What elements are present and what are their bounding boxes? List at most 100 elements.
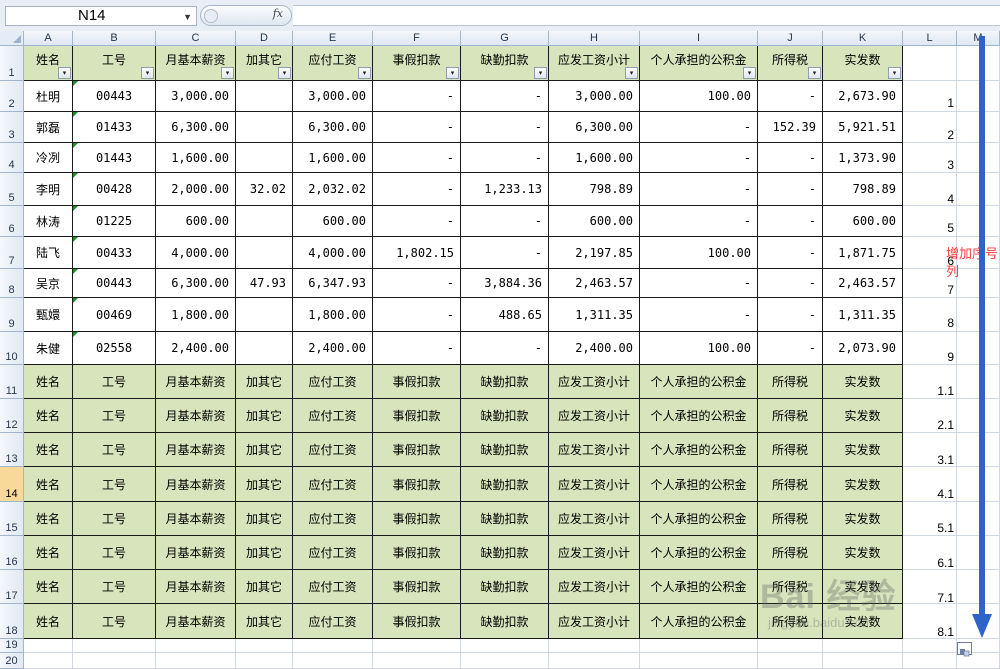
value-cell[interactable] [236,206,293,237]
value-cell[interactable]: 600.00 [156,206,236,237]
row-header-6[interactable]: 6 [0,206,24,237]
filter-dropdown-icon[interactable]: ▾ [625,67,638,79]
repeated-header-cell[interactable]: 姓名 [24,433,73,467]
employee-name-cell[interactable]: 陆飞 [24,237,73,269]
repeated-header-cell[interactable]: 姓名 [24,604,73,639]
repeated-header-cell[interactable]: 工号 [73,433,156,467]
empty-cell[interactable] [903,46,957,81]
value-cell[interactable]: 3,884.36 [461,269,549,298]
repeated-header-cell[interactable]: 月基本薪资 [156,433,236,467]
repeated-header-cell[interactable]: 所得税 [758,502,823,536]
employee-name-cell[interactable]: 林涛 [24,206,73,237]
empty-cell[interactable] [640,653,758,669]
value-cell[interactable] [236,237,293,269]
empty-cell[interactable] [823,639,903,653]
value-cell[interactable]: 4,000.00 [156,237,236,269]
table-header-cell[interactable]: 实发数 ▾ [823,46,903,81]
repeated-header-cell[interactable]: 缺勤扣款 [461,467,549,502]
employee-name-cell[interactable]: 甄嬛 [24,298,73,332]
repeated-header-cell[interactable]: 缺勤扣款 [461,399,549,433]
filter-dropdown-icon[interactable]: ▾ [141,67,154,79]
empty-cell[interactable] [758,653,823,669]
value-cell[interactable]: - [758,143,823,173]
repeated-header-cell[interactable]: 个人承担的公积金 [640,399,758,433]
value-cell[interactable]: - [758,332,823,365]
column-header-l[interactable]: L [903,31,957,46]
repeated-header-cell[interactable]: 个人承担的公积金 [640,365,758,399]
name-box[interactable]: N14 ▼ [5,6,197,26]
repeated-header-cell[interactable]: 工号 [73,536,156,570]
repeated-header-cell[interactable]: 实发数 [823,399,903,433]
repeated-header-cell[interactable]: 事假扣款 [373,570,461,604]
column-header-e[interactable]: E [293,31,373,46]
repeated-header-cell[interactable]: 缺勤扣款 [461,604,549,639]
employee-name-cell[interactable]: 郭磊 [24,112,73,143]
value-cell[interactable]: - [461,332,549,365]
value-cell[interactable]: 100.00 [640,237,758,269]
empty-cell[interactable] [461,653,549,669]
repeated-header-cell[interactable]: 所得税 [758,365,823,399]
repeated-header-cell[interactable]: 事假扣款 [373,365,461,399]
table-header-cell[interactable]: 所得税 ▾ [758,46,823,81]
value-cell[interactable]: 5,921.51 [823,112,903,143]
value-cell[interactable]: 1,800.00 [293,298,373,332]
repeated-header-cell[interactable]: 月基本薪资 [156,536,236,570]
filter-dropdown-icon[interactable]: ▾ [278,67,291,79]
empty-cell[interactable] [156,653,236,669]
row-header-9[interactable]: 9 [0,298,24,332]
value-cell[interactable]: 2,400.00 [293,332,373,365]
value-cell[interactable]: - [758,269,823,298]
value-cell[interactable]: 1,802.15 [373,237,461,269]
repeated-header-cell[interactable]: 加其它 [236,433,293,467]
repeated-header-cell[interactable]: 缺勤扣款 [461,433,549,467]
value-cell[interactable]: 100.00 [640,81,758,112]
value-cell[interactable]: 1,311.35 [823,298,903,332]
employee-name-cell[interactable]: 吴京 [24,269,73,298]
value-cell[interactable]: - [461,143,549,173]
chevron-down-icon[interactable]: ▼ [183,8,192,26]
repeated-header-cell[interactable]: 个人承担的公积金 [640,570,758,604]
value-cell[interactable]: 152.39 [758,112,823,143]
column-header-b[interactable]: B [73,31,156,46]
paste-options-icon[interactable] [957,642,972,657]
empty-cell[interactable] [24,653,73,669]
empty-cell[interactable] [461,639,549,653]
empty-cell[interactable] [903,639,957,653]
value-cell[interactable]: - [640,206,758,237]
row-header-16[interactable]: 16 [0,536,24,570]
value-cell[interactable]: - [373,206,461,237]
employee-id-cell[interactable]: 01443 [73,143,156,173]
empty-cell[interactable] [24,639,73,653]
empty-cell[interactable] [236,639,293,653]
repeated-header-cell[interactable]: 姓名 [24,399,73,433]
repeated-header-cell[interactable]: 应发工资小计 [549,502,640,536]
filter-dropdown-icon[interactable]: ▾ [888,67,901,79]
repeated-header-cell[interactable]: 应付工资 [293,433,373,467]
column-header-g[interactable]: G [461,31,549,46]
empty-cell[interactable] [640,639,758,653]
value-cell[interactable]: 488.65 [461,298,549,332]
value-cell[interactable]: 2,400.00 [549,332,640,365]
value-cell[interactable]: 1,600.00 [156,143,236,173]
repeated-header-cell[interactable]: 工号 [73,467,156,502]
value-cell[interactable]: - [373,173,461,206]
value-cell[interactable]: - [758,173,823,206]
repeated-header-cell[interactable]: 加其它 [236,399,293,433]
column-header-h[interactable]: H [549,31,640,46]
value-cell[interactable] [236,112,293,143]
value-cell[interactable]: - [461,237,549,269]
value-cell[interactable]: 2,032.02 [293,173,373,206]
repeated-header-cell[interactable]: 姓名 [24,502,73,536]
employee-id-cell[interactable]: 00433 [73,237,156,269]
value-cell[interactable]: 47.93 [236,269,293,298]
value-cell[interactable]: 1,800.00 [156,298,236,332]
empty-cell[interactable] [373,639,461,653]
value-cell[interactable]: - [461,112,549,143]
empty-cell[interactable] [73,653,156,669]
repeated-header-cell[interactable]: 缺勤扣款 [461,502,549,536]
value-cell[interactable]: 1,311.35 [549,298,640,332]
repeated-header-cell[interactable]: 姓名 [24,365,73,399]
employee-name-cell[interactable]: 冷冽 [24,143,73,173]
table-header-cell[interactable]: 缺勤扣款 ▾ [461,46,549,81]
value-cell[interactable]: - [758,237,823,269]
